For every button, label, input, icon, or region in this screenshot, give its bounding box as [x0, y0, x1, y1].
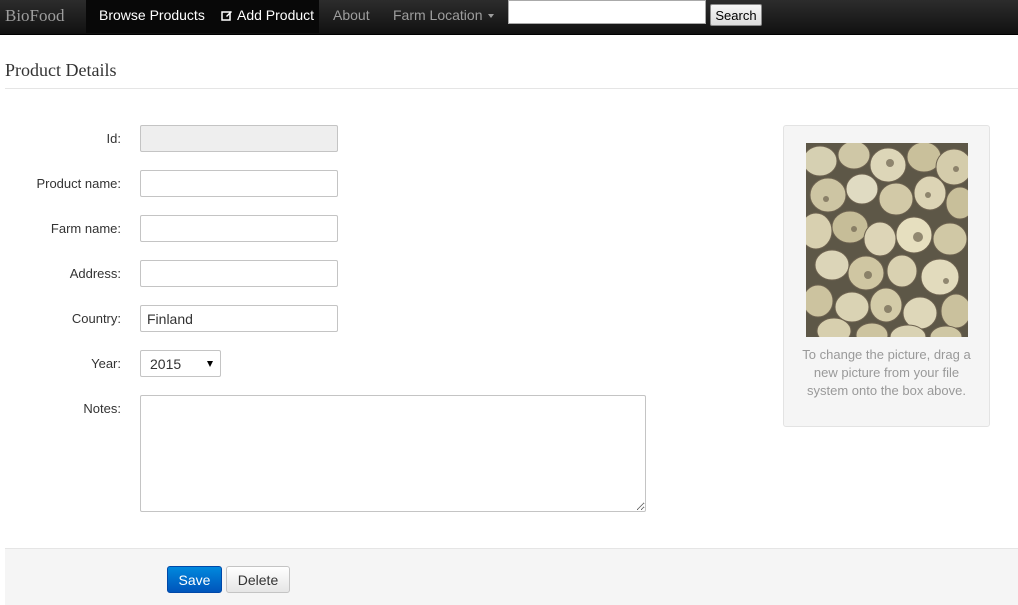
- product-name-field[interactable]: [140, 170, 338, 197]
- nav-add-product[interactable]: Add Product: [207, 0, 319, 33]
- year-label: Year:: [91, 356, 121, 371]
- potatoes-image: [806, 143, 968, 337]
- product-picture: [806, 143, 968, 337]
- nav-about[interactable]: About: [320, 0, 383, 33]
- nav-farm-location[interactable]: Farm Location: [380, 0, 507, 33]
- address-field[interactable]: [140, 260, 338, 287]
- nav-browse-products-label: Browse Products: [99, 7, 205, 23]
- delete-button[interactable]: Delete: [226, 566, 290, 593]
- farm-name-label: Farm name:: [50, 221, 121, 236]
- year-selected-value: 2015: [150, 356, 182, 372]
- picture-caption: To change the picture, drag a new pictur…: [802, 347, 971, 398]
- country-label: Country:: [71, 311, 121, 326]
- farm-name-field[interactable]: [140, 215, 338, 242]
- nav-about-label: About: [333, 7, 370, 23]
- country-field[interactable]: [140, 305, 338, 332]
- search-input[interactable]: [508, 0, 706, 24]
- picture-drop-zone[interactable]: To change the picture, drag a new pictur…: [783, 125, 990, 427]
- notes-textarea[interactable]: [140, 395, 646, 512]
- notes-label: Notes:: [83, 401, 121, 416]
- year-select[interactable]: 2015: [140, 350, 221, 377]
- nav-farm-location-label: Farm Location: [393, 7, 483, 23]
- edit-icon: [221, 11, 232, 21]
- search-button[interactable]: Search: [710, 4, 762, 26]
- address-label: Address:: [69, 266, 121, 281]
- nav-browse-products[interactable]: Browse Products: [86, 0, 207, 33]
- id-field[interactable]: [140, 125, 338, 152]
- page-title: Product Details: [5, 60, 117, 80]
- navbar: BioFood Browse Products Add Product Abou…: [0, 0, 1018, 35]
- product-name-label: Product name:: [36, 176, 121, 191]
- nav-add-product-label: Add Product: [237, 7, 315, 23]
- title-divider: [5, 88, 1018, 89]
- dropdown-arrow-icon: [207, 361, 213, 367]
- save-button[interactable]: Save: [167, 566, 222, 593]
- id-label: Id:: [106, 131, 121, 146]
- caret-down-icon: [488, 14, 495, 18]
- brand-logo[interactable]: BioFood: [5, 0, 65, 34]
- form-actions-bar: [5, 548, 1018, 605]
